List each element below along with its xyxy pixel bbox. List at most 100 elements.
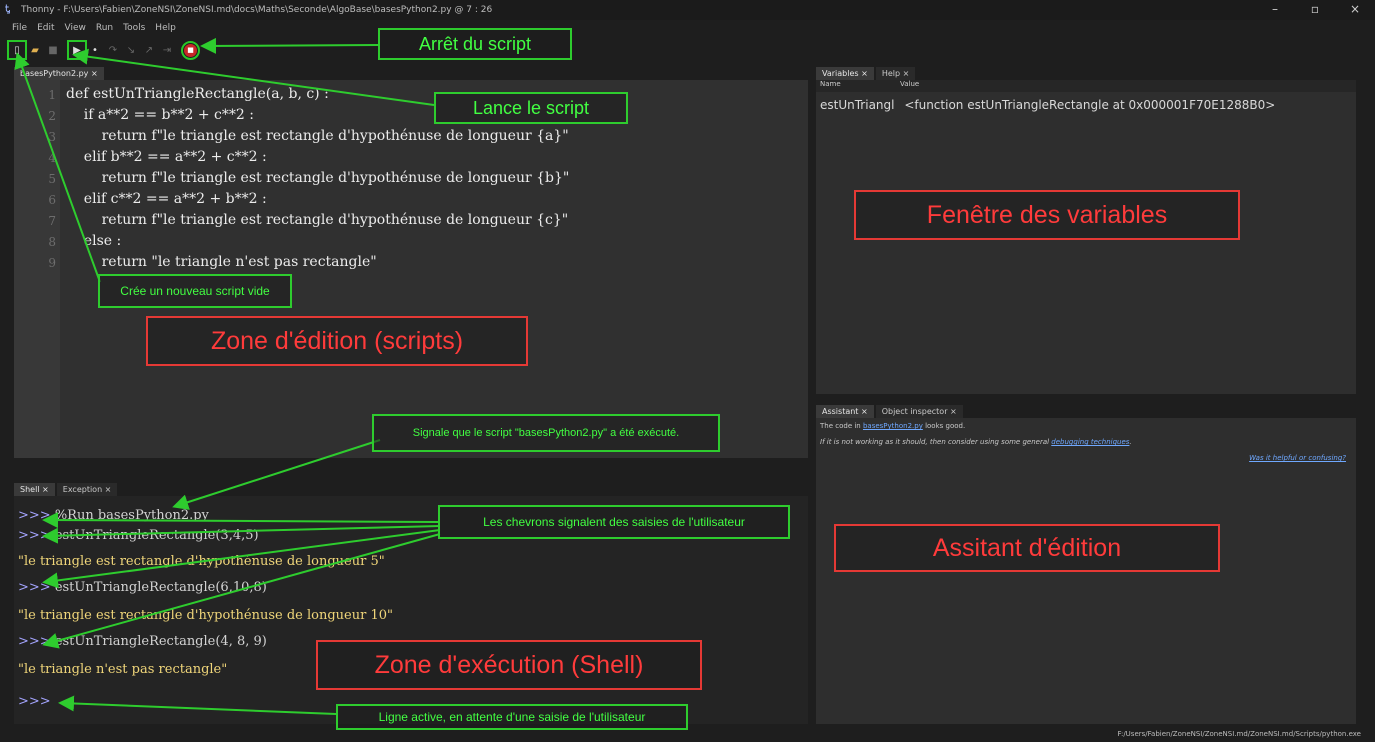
code-text: return "le triangle n'est pas rectangle" (66, 254, 377, 270)
annotation-executed: Signale que le script "basesPython2.py" … (372, 414, 720, 452)
shell-tabs: Shell × Exception × (14, 480, 119, 496)
step-into-icon[interactable]: ↘ (124, 43, 138, 57)
shell-command-text: estUnTriangleRectangle(4, 8, 9) (50, 634, 267, 649)
menu-file[interactable]: File (12, 23, 27, 33)
line-number: 6 (48, 193, 56, 207)
code-text: elif b**2 == a**2 + c**2 : (66, 149, 267, 165)
open-folder-icon[interactable]: ▰ (28, 43, 42, 57)
prompt-chevrons: >>> (18, 634, 51, 649)
assistant-tabs: Assistant × Object inspector × (816, 402, 965, 418)
line-number: 2 (48, 109, 56, 123)
prompt-chevrons: >>> (18, 508, 51, 523)
new-file-icon[interactable]: ▯ (7, 40, 27, 60)
tab-shell[interactable]: Shell × (14, 483, 55, 496)
menu-view[interactable]: View (65, 23, 86, 33)
annotation-edit-zone: Zone d'édition (scripts) (146, 316, 528, 366)
prompt-chevrons: >>> (18, 528, 51, 543)
variable-row[interactable]: estUnTriangl <function estUnTriangleRect… (816, 92, 1356, 118)
file-link[interactable]: basesPython2.py (863, 422, 923, 430)
shell-output-line: "le triangle n'est pas rectangle" (18, 662, 227, 677)
code-line[interactable]: 5 return f"le triangle est rectangle d'h… (14, 170, 808, 191)
shell-output-text: "le triangle est rectangle d'hypothénuse… (18, 608, 393, 623)
shell-input-line: >>> estUnTriangleRectangle(6,10,8) (18, 580, 267, 595)
menu-run[interactable]: Run (96, 23, 113, 33)
menu-tools[interactable]: Tools (123, 23, 145, 33)
tab-object-inspector[interactable]: Object inspector × (875, 405, 963, 418)
menu-help[interactable]: Help (155, 23, 176, 33)
variables-tabs: Variables × Help × (816, 64, 917, 80)
code-line[interactable]: 6 elif c**2 == a**2 + b**2 : (14, 191, 808, 212)
annotation-stop: Arrêt du script (378, 28, 572, 60)
column-value: Value (900, 80, 920, 88)
assistant-text: . (1129, 438, 1132, 446)
annotation-assistant: Assitant d'édition (834, 524, 1220, 572)
annotation-active-line: Ligne active, en attente d'une saisie de… (336, 704, 688, 730)
code-line[interactable]: 8 else : (14, 233, 808, 254)
shell-input-line: >>> (18, 694, 51, 709)
code-text: else : (66, 233, 122, 249)
line-number: 7 (48, 214, 56, 228)
column-name: Name (820, 80, 841, 88)
arrow-stop (200, 37, 379, 54)
editor-area[interactable]: 1 def estUnTriangleRectangle(a, b, c) : 2 … (14, 80, 808, 458)
code-line[interactable]: 7 return f"le triangle est rectangle d'h… (14, 212, 808, 233)
assistant-message: The code in basesPython2.py looks good. (816, 418, 1356, 434)
assistant-text: The code in (820, 422, 863, 430)
variable-name: estUnTriangl (820, 98, 895, 112)
code-text: if a**2 == b**2 + c**2 : (66, 107, 254, 123)
code-line[interactable]: 2 if a**2 == b**2 + c**2 : (14, 107, 808, 128)
tab-assistant[interactable]: Assistant × (816, 405, 874, 418)
resume-icon[interactable]: ⇥ (160, 43, 174, 57)
code-line[interactable]: 9 return "le triangle n'est pas rectangl… (14, 254, 808, 275)
annotation-new-script: Crée un nouveau script vide (98, 274, 292, 308)
stop-icon[interactable]: ■ (181, 40, 200, 60)
tab-help[interactable]: Help × (875, 67, 916, 80)
shell-output-line: "le triangle est rectangle d'hypothénuse… (18, 554, 385, 569)
toolbar: ▯ ▰ ■ ▶ • ↷ ↘ ↗ ⇥ ■ (7, 40, 201, 60)
tab-variables[interactable]: Variables × (816, 67, 874, 80)
annotation-run: Lance le script (434, 92, 628, 124)
save-icon[interactable]: ■ (46, 43, 60, 57)
prompt-chevrons: >>> (18, 580, 51, 595)
shell-input-line: >>> %Run basesPython2.py (18, 508, 209, 523)
annotation-shell-zone: Zone d'exécution (Shell) (316, 640, 702, 690)
shell-input-line: >>> estUnTriangleRectangle(4, 8, 9) (18, 634, 267, 649)
line-number: 9 (48, 256, 56, 270)
line-number: 1 (48, 88, 56, 102)
annotation-variables: Fenêtre des variables (854, 190, 1240, 240)
line-number: 5 (48, 172, 56, 186)
variables-header: Name Value (816, 80, 1356, 92)
code-line[interactable]: 3 return f"le triangle est rectangle d'h… (14, 128, 808, 149)
title-bar: Ꮏ Thonny - F:\Users\Fabien\ZoneNSI\ZoneN… (0, 0, 1375, 20)
status-bar: F:/Users/Fabien/ZoneNSI/ZoneNSI.md/ZoneN… (1117, 730, 1361, 738)
variable-value: <function estUnTriangleRectangle at 0x00… (904, 98, 1276, 112)
code-text: def estUnTriangleRectangle(a, b, c) : (66, 86, 329, 102)
code-text: return f"le triangle est rectangle d'hyp… (66, 212, 569, 228)
debug-icon[interactable]: • (88, 43, 102, 57)
thonny-logo-icon: Ꮏ (5, 4, 11, 15)
run-icon[interactable]: ▶ (67, 40, 87, 60)
close-button[interactable]: × (1335, 0, 1375, 20)
line-number: 4 (48, 151, 56, 165)
tab-basespython2[interactable]: basesPython2.py × (14, 67, 104, 80)
step-over-icon[interactable]: ↷ (106, 43, 120, 57)
code-text: return f"le triangle est rectangle d'hyp… (66, 128, 569, 144)
shell-input-line: >>> estUnTriangleRectangle(3,4,5) (18, 528, 259, 543)
assistant-text: looks good. (922, 422, 966, 430)
menu-edit[interactable]: Edit (37, 23, 54, 33)
tab-exception[interactable]: Exception × (56, 483, 118, 496)
shell-output-text: "le triangle est rectangle d'hypothénuse… (18, 554, 385, 569)
code-line[interactable]: 4 elif b**2 == a**2 + c**2 : (14, 149, 808, 170)
feedback-link[interactable]: Was it helpful or confusing? (816, 450, 1356, 466)
step-out-icon[interactable]: ↗ (142, 43, 156, 57)
shell-command-text: estUnTriangleRectangle(6,10,8) (50, 580, 267, 595)
code-line[interactable]: 1 def estUnTriangleRectangle(a, b, c) : (14, 86, 808, 107)
window-title: Thonny - F:\Users\Fabien\ZoneNSI\ZoneNSI… (21, 5, 493, 15)
line-number: 3 (48, 130, 56, 144)
minimize-button[interactable]: – (1255, 0, 1295, 20)
debugging-link[interactable]: debugging techniques (1051, 438, 1129, 446)
maximize-button[interactable]: ▫ (1295, 0, 1335, 20)
assistant-text: If it is not working as it should, then … (820, 438, 1052, 446)
shell-command-text: %Run basesPython2.py (50, 508, 209, 523)
shell-output-text: "le triangle n'est pas rectangle" (18, 662, 228, 677)
